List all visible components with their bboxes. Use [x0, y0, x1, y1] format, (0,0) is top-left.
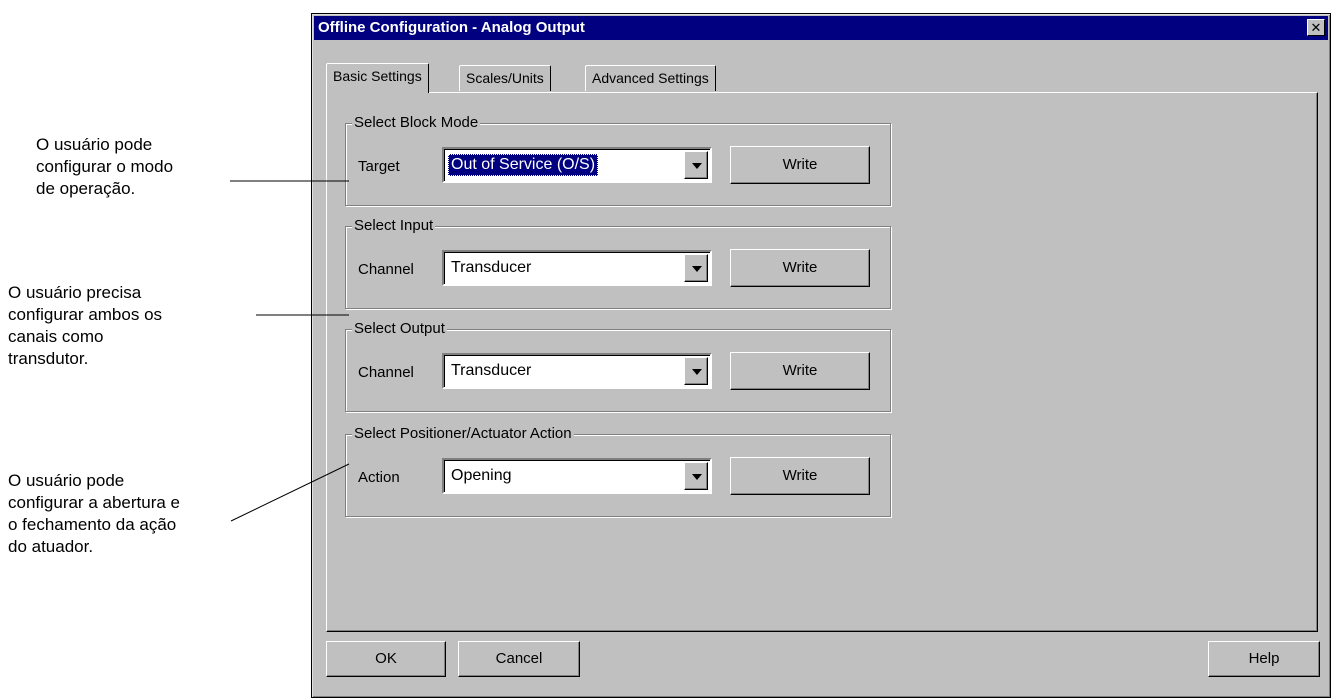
write-block-mode-button[interactable]: Write: [730, 146, 870, 184]
tab-basic-settings[interactable]: Basic Settings: [326, 63, 429, 93]
dialog-title: Offline Configuration - Analog Output: [318, 19, 585, 36]
ok-button[interactable]: OK: [326, 641, 446, 677]
annotation-actuator-action: O usuário pode configurar a abertura e o…: [8, 471, 180, 556]
input-channel-select[interactable]: Transducer: [442, 250, 712, 286]
output-channel-label: Channel: [358, 364, 414, 381]
chevron-down-icon[interactable]: [684, 151, 708, 179]
chevron-down-icon[interactable]: [684, 357, 708, 385]
target-select[interactable]: Out of Service (O/S): [442, 147, 712, 183]
chevron-down-icon[interactable]: [684, 254, 708, 282]
tab-advanced-settings[interactable]: Advanced Settings: [585, 65, 716, 91]
offline-configuration-dialog: Offline Configuration - Analog Output ✕ …: [311, 13, 1331, 698]
close-button[interactable]: ✕: [1307, 19, 1325, 36]
tab-label: Scales/Units: [466, 70, 544, 86]
group-output: Select Output Channel Transducer Write: [345, 320, 891, 412]
group-actuator-action: Select Positioner/Actuator Action Action…: [345, 425, 891, 517]
group-title: Select Positioner/Actuator Action: [352, 425, 574, 443]
cancel-button[interactable]: Cancel: [458, 641, 580, 677]
write-action-button[interactable]: Write: [730, 457, 870, 495]
target-value: Out of Service (O/S): [448, 154, 599, 176]
group-title: Select Block Mode: [352, 114, 481, 132]
tab-label: Advanced Settings: [592, 70, 709, 86]
output-channel-value: Transducer: [451, 362, 532, 379]
target-label: Target: [358, 158, 400, 175]
help-button[interactable]: Help: [1208, 641, 1320, 677]
group-title: Select Input: [352, 217, 436, 235]
title-bar[interactable]: Offline Configuration - Analog Output ✕: [314, 16, 1328, 40]
chevron-down-icon[interactable]: [684, 462, 708, 490]
group-input: Select Input Channel Transducer Write: [345, 217, 891, 309]
action-value: Opening: [451, 467, 512, 484]
annotation-block-mode: O usuário pode configurar o modo de oper…: [36, 135, 174, 198]
annotation-channels: O usuário precisa configurar ambos os ca…: [8, 283, 163, 368]
basic-settings-panel: Select Block Mode Target Out of Service …: [326, 92, 1318, 632]
tab-label: Basic Settings: [333, 68, 422, 84]
write-output-button[interactable]: Write: [730, 352, 870, 390]
group-title: Select Output: [352, 320, 447, 338]
output-channel-select[interactable]: Transducer: [442, 353, 712, 389]
tab-scales-units[interactable]: Scales/Units: [459, 65, 551, 91]
input-channel-label: Channel: [358, 261, 414, 278]
write-input-button[interactable]: Write: [730, 249, 870, 287]
close-icon: ✕: [1310, 20, 1322, 35]
group-block-mode: Select Block Mode Target Out of Service …: [345, 114, 891, 206]
action-label: Action: [358, 469, 400, 486]
input-channel-value: Transducer: [451, 259, 532, 276]
action-select[interactable]: Opening: [442, 458, 712, 494]
